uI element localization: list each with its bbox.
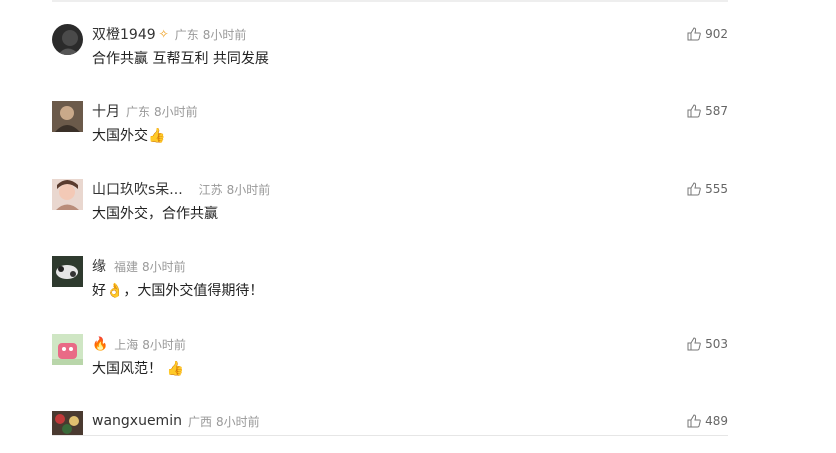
username[interactable]: 缘 [92, 256, 106, 276]
username[interactable]: 十月 [92, 101, 120, 121]
avatar[interactable] [52, 411, 83, 435]
location: 广东 [174, 27, 199, 42]
comment-text: 合作共赢 互帮互利 共同发展 [92, 51, 269, 67]
username[interactable]: wangxuemin [92, 413, 182, 429]
comment-text: 大国风范！ 👍 [92, 361, 184, 377]
verified-badge-icon: ✧ [158, 27, 169, 41]
comment-item: 十月 广东 8小时前 大国外交👍 587 [52, 101, 728, 161]
username[interactable]: 双橙1949 [92, 24, 156, 44]
timestamp: 8小时前 [142, 259, 186, 274]
location: 广西 [187, 414, 212, 429]
like-button[interactable]: 503 [687, 337, 728, 351]
timestamp: 8小时前 [226, 182, 271, 197]
timestamp: 8小时前 [154, 104, 198, 119]
thumbs-up-icon [687, 337, 701, 351]
thumbs-up-icon [687, 182, 701, 196]
comment-item: 🔥 上海 8小时前 大国风范！ 👍 503 [52, 334, 728, 394]
like-count: 489 [705, 414, 728, 428]
bottom-divider [52, 435, 728, 436]
comment-item: 缘 福建 8小时前 好👌，大国外交值得期待！ [52, 256, 728, 316]
username[interactable]: 山口玖吹s呆... [92, 179, 183, 199]
comment-item: 山口玖吹s呆... 江苏 8小时前 大国外交，合作共赢 555 [52, 179, 728, 239]
comment-text: 好👌，大国外交值得期待！ [92, 283, 264, 299]
avatar[interactable] [52, 334, 83, 365]
timestamp: 8小时前 [142, 337, 186, 352]
avatar[interactable] [52, 24, 83, 55]
like-count: 503 [705, 337, 728, 351]
comment-text: 大国外交👍 [92, 128, 166, 144]
avatar[interactable] [52, 101, 83, 132]
like-button[interactable]: 555 [687, 182, 728, 196]
like-count: 587 [705, 104, 728, 118]
like-count: 555 [705, 182, 728, 196]
like-button[interactable]: 587 [687, 104, 728, 118]
avatar[interactable] [52, 256, 83, 287]
timestamp: 8小时前 [215, 414, 260, 429]
like-button[interactable]: 489 [687, 414, 728, 428]
location: 福建 [114, 259, 139, 274]
thumbs-up-icon [687, 104, 701, 118]
like-button[interactable]: 902 [687, 27, 728, 41]
timestamp: 8小时前 [202, 27, 247, 42]
comment-item: 双橙1949 ✧ 广东 8小时前 合作共赢 互帮互利 共同发展 902 [52, 24, 728, 84]
thumbs-up-icon [687, 27, 701, 41]
comment-text: 大国外交，合作共赢 [92, 206, 218, 222]
thumbs-up-icon [687, 414, 701, 428]
location: 广东 [126, 104, 151, 119]
avatar[interactable] [52, 179, 83, 210]
top-divider [52, 0, 728, 2]
location: 江苏 [198, 182, 223, 197]
comment-item: wangxuemin 广西 8小时前 489 [52, 411, 728, 435]
like-count: 902 [705, 27, 728, 41]
username[interactable]: 🔥 [92, 337, 108, 352]
location: 上海 [114, 337, 139, 352]
